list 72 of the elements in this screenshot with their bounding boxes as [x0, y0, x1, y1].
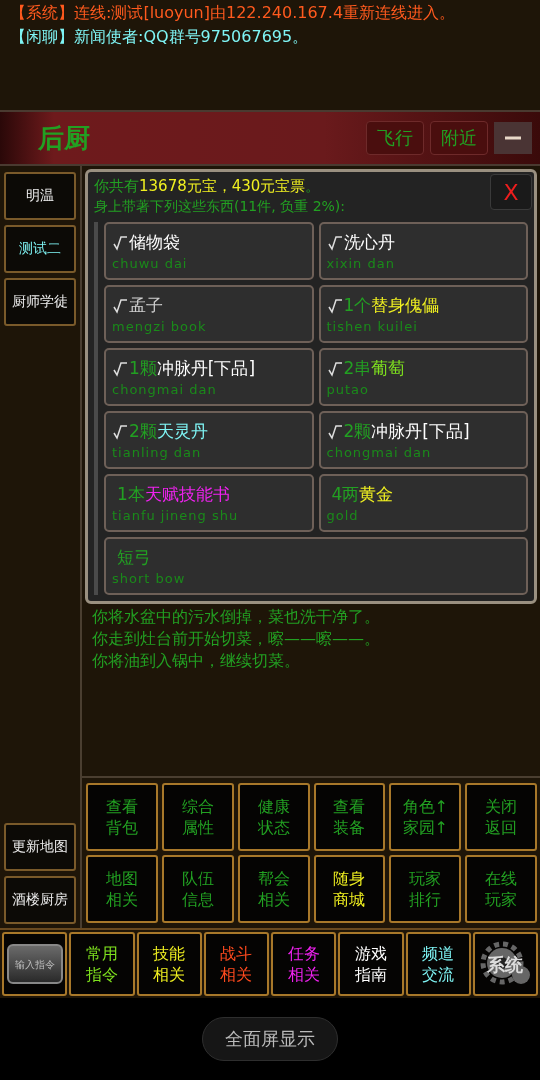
- action-button[interactable]: 角色↑ 家园↑: [389, 783, 462, 851]
- menu-button[interactable]: 任务 相关: [271, 932, 337, 996]
- command-input-button[interactable]: 输入指令: [2, 932, 68, 996]
- item-name: 2颗冲脉丹[下品]: [343, 420, 470, 443]
- item-name: 孟子: [129, 294, 163, 317]
- npc-button[interactable]: 测试二: [4, 225, 76, 273]
- action-button[interactable]: 综合 属性: [161, 783, 234, 851]
- inventory-item[interactable]: 1本天赋技能书 tianfu jineng shu: [104, 474, 314, 532]
- location-button[interactable]: 酒楼厨房: [4, 876, 76, 924]
- location-button[interactable]: 更新地图: [4, 823, 76, 871]
- item-name: 储物袋: [129, 231, 180, 254]
- menu-button[interactable]: 频道 交流: [405, 932, 471, 996]
- item-pinyin: chongmai dan: [112, 382, 218, 397]
- item-pinyin: mengzi book: [112, 319, 208, 334]
- item-pinyin: xixin dan: [326, 256, 396, 271]
- action-button[interactable]: 帮会 相关: [237, 855, 310, 923]
- item-name: 2串葡萄: [343, 357, 406, 380]
- item-name: 短弓: [117, 546, 151, 569]
- item-pinyin: putao: [326, 382, 370, 397]
- minimize-button[interactable]: [494, 122, 532, 154]
- item-pinyin: tishen kuilei: [326, 319, 419, 334]
- item-name: 4两黄金: [331, 483, 394, 506]
- fullscreen-button[interactable]: 全面屏显示: [202, 1017, 338, 1061]
- item-name: 1颗冲脉丹[下品]: [129, 357, 256, 380]
- action-button[interactable]: 地图 相关: [86, 855, 158, 923]
- action-button[interactable]: 查看 装备: [313, 783, 386, 851]
- chat-message: 【系统】连线:测试[luoyun]由122.240.167.4重新连线进入。: [10, 3, 457, 23]
- action-button[interactable]: 查看 背包: [86, 783, 158, 851]
- inventory-item[interactable]: 储物袋 chuwu dai: [104, 222, 314, 280]
- menu-button[interactable]: 常用 指令: [69, 932, 135, 996]
- chat-message: 【闲聊】新闻使者:QQ群号975067695。: [10, 27, 310, 47]
- menu-button[interactable]: 战斗 相关: [203, 932, 269, 996]
- menu-button[interactable]: 技能 相关: [136, 932, 202, 996]
- log-line: 你走到灶台前开始切菜，嚓——嚓——。: [92, 628, 381, 650]
- action-button[interactable]: 随身 商城: [313, 855, 386, 923]
- header-button[interactable]: 附近: [430, 121, 488, 155]
- inventory-item[interactable]: 1个替身傀儡 tishen kuilei: [318, 285, 528, 343]
- item-pinyin: short bow: [112, 571, 187, 586]
- inventory-item[interactable]: 4两黄金 gold: [318, 474, 528, 532]
- item-pinyin: tianfu jineng shu: [112, 508, 240, 523]
- item-name: 2颗天灵丹: [129, 420, 208, 443]
- action-button[interactable]: 健康 状态: [237, 783, 310, 851]
- log-line: 你将水盆中的污水倒掉，菜也洗干净了。: [92, 606, 381, 628]
- inventory-item[interactable]: 2颗天灵丹 tianling dan: [104, 411, 314, 469]
- minimize-icon: [505, 136, 521, 140]
- npc-button[interactable]: 明温: [4, 172, 76, 220]
- item-pinyin: chuwu dai: [112, 256, 189, 271]
- inventory-item[interactable]: 短弓 short bow: [104, 537, 528, 595]
- action-button[interactable]: 玩家 排行: [389, 855, 462, 923]
- action-button[interactable]: 关闭 返回: [465, 783, 537, 851]
- item-name: 1个替身傀儡: [343, 294, 440, 317]
- inventory-item[interactable]: 洗心丹 xixin dan: [318, 222, 528, 280]
- inventory-item[interactable]: 孟子 mengzi book: [104, 285, 314, 343]
- action-button[interactable]: 在线 玩家: [465, 855, 537, 923]
- header-button[interactable]: 飞行: [366, 121, 424, 155]
- item-pinyin: chongmai dan: [326, 445, 433, 460]
- item-name: 洗心丹: [343, 231, 395, 254]
- inventory-item[interactable]: 2串葡萄 putao: [318, 348, 528, 406]
- wealth-summary: 你共有13678元宝，430元宝票。: [94, 176, 321, 196]
- close-button[interactable]: X: [490, 174, 532, 210]
- log-line: 你将油到入锅中，继续切菜。: [92, 650, 301, 672]
- item-name: 1本天赋技能书: [117, 483, 230, 506]
- inventory-item[interactable]: 2颗冲脉丹[下品] chongmai dan: [318, 411, 528, 469]
- system-button[interactable]: 系统: [472, 932, 538, 996]
- action-button[interactable]: 队伍 信息: [161, 855, 234, 923]
- room-title: 后厨: [38, 121, 91, 155]
- menu-button[interactable]: 游戏 指南: [338, 932, 404, 996]
- inventory-item[interactable]: 1颗冲脉丹[下品] chongmai dan: [104, 348, 314, 406]
- npc-button[interactable]: 厨师学徒: [4, 278, 76, 326]
- item-pinyin: tianling dan: [112, 445, 203, 460]
- item-pinyin: gold: [326, 508, 360, 523]
- inventory-subtitle: 身上带著下列这些东西(11件, 负重 2%):: [94, 197, 346, 216]
